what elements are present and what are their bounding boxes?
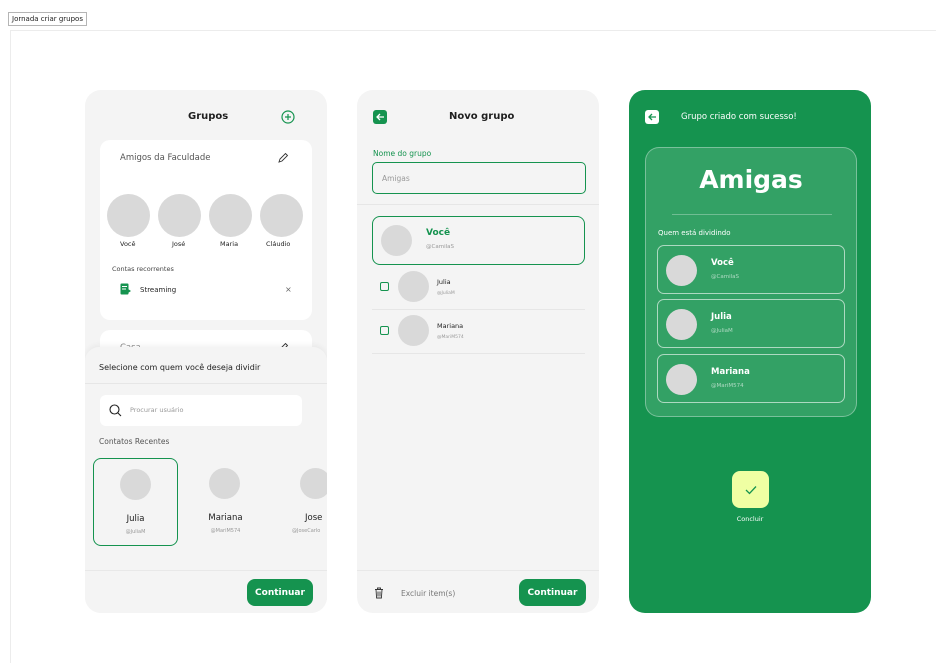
group-summary-card: Amigas Quem está dividindo Você @CamilaS… xyxy=(645,147,857,417)
member-name: Mariana xyxy=(437,322,464,330)
member-name: Mariana xyxy=(711,367,750,377)
canvas-divider xyxy=(10,30,936,31)
member-card: Julia @JuliaM xyxy=(657,299,845,348)
bill-name: Streaming xyxy=(140,286,177,294)
divider xyxy=(357,204,599,205)
member-name: Você xyxy=(711,258,734,268)
bottom-sheet: Selecione com quem você deseja dividir P… xyxy=(85,347,327,613)
continue-button[interactable]: Continuar xyxy=(519,579,586,606)
member-name: Julia xyxy=(711,312,732,322)
check-icon xyxy=(745,485,757,495)
sheet-title: Selecione com quem você deseja dividir xyxy=(99,363,261,372)
sharing-label: Quem está dividindo xyxy=(658,229,731,237)
member-handle: @CamilaS xyxy=(711,274,739,280)
group-name: Amigos da Faculdade xyxy=(120,153,211,163)
arrow-left-icon xyxy=(647,113,657,121)
page-title: Grupos xyxy=(188,111,229,122)
contact-card[interactable]: Jose @JoseCarlo xyxy=(273,458,327,546)
group-name-value: Amigas xyxy=(382,174,410,183)
avatar xyxy=(666,364,697,395)
member-handle: @MariM574 xyxy=(711,383,744,389)
remove-bill-button[interactable]: × xyxy=(285,285,292,294)
avatar xyxy=(209,194,252,237)
avatar xyxy=(107,194,150,237)
contact-name: Mariana xyxy=(208,513,243,523)
member-checkbox[interactable] xyxy=(380,326,389,335)
contact-card-selected[interactable]: Julia @JuliaM xyxy=(93,458,178,546)
search-placeholder: Procurar usuário xyxy=(130,406,184,414)
groups-screen: Grupos Amigos da Faculdade Você José Mar… xyxy=(85,90,327,613)
member-card: Você @CamilaS xyxy=(657,245,845,294)
contact-card[interactable]: Mariana @MariM574 xyxy=(183,458,268,546)
group-name: Amigas xyxy=(699,165,803,194)
avatar xyxy=(398,271,429,302)
member-checkbox[interactable] xyxy=(380,282,389,291)
divider xyxy=(85,383,327,384)
member-row-owner: Você @CamilaS xyxy=(372,216,585,265)
recurring-label: Contas recorrentes xyxy=(112,265,174,273)
group-name-input[interactable]: Amigas xyxy=(372,162,586,194)
edit-icon[interactable] xyxy=(277,152,289,164)
contact-handle: @JoseCarlo xyxy=(292,528,321,534)
avatar xyxy=(398,315,429,346)
trash-icon[interactable] xyxy=(374,587,384,599)
member-card: Mariana @MariM574 xyxy=(657,354,845,403)
arrow-left-icon xyxy=(375,113,385,121)
delete-items-label[interactable]: Excluir item(s) xyxy=(401,589,455,598)
back-button[interactable] xyxy=(645,110,659,124)
frame-label: Jornada criar grupos xyxy=(8,12,87,26)
member-handle: @CamilaS xyxy=(426,244,454,250)
member-row[interactable]: Julia @JuliaM xyxy=(372,270,585,310)
canvas-divider-vertical xyxy=(10,30,11,663)
member-name: Julia xyxy=(437,278,451,286)
divider xyxy=(357,570,599,571)
member-handle: @MariM574 xyxy=(437,335,464,340)
group-card[interactable]: Amigos da Faculdade Você José Maria Cláu… xyxy=(100,140,312,320)
avatar xyxy=(381,225,412,256)
avatar xyxy=(666,309,697,340)
member-row[interactable]: Mariana @MariM574 xyxy=(372,314,585,354)
contact-name: Julia xyxy=(126,514,145,524)
group-name-label: Nome do grupo xyxy=(373,149,432,158)
member-handle: @JuliaM xyxy=(711,328,733,334)
contact-handle: @MariM574 xyxy=(210,528,241,534)
member-name: Cláudio xyxy=(266,240,291,248)
divider xyxy=(85,570,327,571)
member-handle: @JuliaM xyxy=(437,291,455,296)
conclude-label: Concluir xyxy=(736,515,764,523)
group-created-screen: Grupo criado com sucesso! Amigas Quem es… xyxy=(629,90,871,613)
search-icon xyxy=(109,404,122,417)
member-name: Você xyxy=(426,228,451,238)
member-name: José xyxy=(172,240,186,248)
document-icon xyxy=(120,283,131,296)
page-title: Novo grupo xyxy=(449,111,515,122)
avatar xyxy=(120,469,151,500)
member-name: Você xyxy=(120,240,136,248)
avatar xyxy=(666,255,697,286)
contact-name: Jose xyxy=(305,513,323,523)
conclude-button[interactable] xyxy=(732,471,769,508)
continue-button[interactable]: Continuar xyxy=(247,579,313,606)
new-group-screen: Novo grupo Nome do grupo Amigas Você @Ca… xyxy=(357,90,599,613)
avatar xyxy=(260,194,303,237)
back-button[interactable] xyxy=(373,110,387,124)
contact-handle: @JuliaM xyxy=(125,529,146,535)
divider xyxy=(672,214,832,215)
recent-contacts-label: Contatos Recentes xyxy=(99,437,170,446)
member-name: Maria xyxy=(220,240,239,248)
add-group-icon[interactable] xyxy=(281,110,295,124)
success-title: Grupo criado com sucesso! xyxy=(681,112,797,122)
avatar xyxy=(158,194,201,237)
avatar xyxy=(209,468,240,499)
search-input[interactable]: Procurar usuário xyxy=(100,395,302,426)
avatar xyxy=(300,468,327,499)
